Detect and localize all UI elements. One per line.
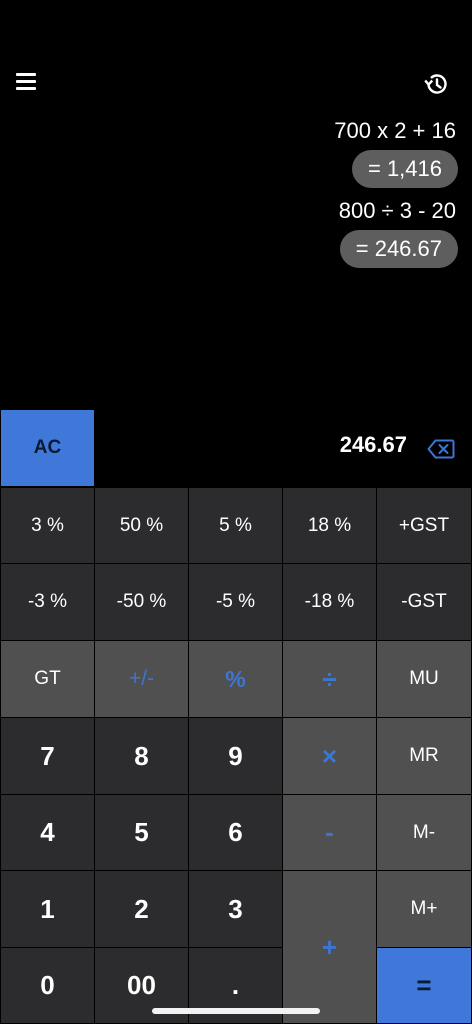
tape-entry: 800 ÷ 3 - 20 = 246.67 — [18, 192, 458, 272]
key-plus-3-percent[interactable]: 3 % — [0, 487, 95, 564]
key-minus-18-percent[interactable]: -18 % — [282, 563, 377, 641]
key-digit-1[interactable]: 1 — [0, 870, 95, 948]
key-plus-18-percent[interactable]: 18 % — [282, 487, 377, 564]
key-multiply[interactable]: × — [282, 717, 377, 795]
key-digit-4[interactable]: 4 — [0, 794, 95, 871]
key-memory-plus[interactable]: M+ — [376, 870, 472, 948]
key-markup[interactable]: MU — [376, 640, 472, 718]
key-grand-total[interactable]: GT — [0, 640, 95, 718]
history-clock-icon[interactable] — [422, 70, 450, 98]
tape-entry: 700 x 2 + 16 = 1,416 — [18, 112, 458, 192]
key-digit-3[interactable]: 3 — [188, 870, 283, 948]
key-percent[interactable]: % — [188, 640, 283, 718]
key-digit-9[interactable]: 9 — [188, 717, 283, 795]
top-bar — [0, 0, 472, 110]
display-value: 246.67 — [339, 432, 407, 457]
tape-result-pill[interactable]: = 246.67 — [339, 230, 458, 268]
key-equals[interactable]: = — [376, 947, 472, 1024]
display-row: AC 246.67 — [0, 410, 472, 486]
tape-expression: 800 ÷ 3 - 20 — [338, 198, 456, 223]
key-memory-recall[interactable]: MR — [376, 717, 472, 795]
key-add-gst[interactable]: +GST — [376, 487, 472, 564]
keypad: 3 % 50 % 5 % 18 % +GST -3 % -50 % -5 % -… — [0, 487, 472, 1024]
key-digit-5[interactable]: 5 — [94, 794, 189, 871]
home-indicator[interactable] — [152, 1008, 320, 1014]
all-clear-button[interactable]: AC — [1, 410, 94, 486]
key-minus-50-percent[interactable]: -50 % — [94, 563, 189, 641]
key-digit-7[interactable]: 7 — [0, 717, 95, 795]
key-toggle-sign[interactable]: +/- — [94, 640, 189, 718]
tape-result-pill[interactable]: = 1,416 — [351, 150, 458, 188]
key-divide[interactable]: ÷ — [282, 640, 377, 718]
hamburger-menu-icon[interactable] — [14, 70, 40, 94]
backspace-icon[interactable] — [427, 438, 455, 460]
key-minus-5-percent[interactable]: -5 % — [188, 563, 283, 641]
tape-expression: 700 x 2 + 16 — [334, 118, 456, 143]
key-digit-6[interactable]: 6 — [188, 794, 283, 871]
key-memory-minus[interactable]: M- — [376, 794, 472, 871]
key-plus-50-percent[interactable]: 50 % — [94, 487, 189, 564]
key-plus-5-percent[interactable]: 5 % — [188, 487, 283, 564]
key-add[interactable]: + — [282, 870, 377, 1024]
key-subtract[interactable]: - — [282, 794, 377, 871]
key-digit-2[interactable]: 2 — [94, 870, 189, 948]
key-digit-0[interactable]: 0 — [0, 947, 95, 1024]
key-digit-8[interactable]: 8 — [94, 717, 189, 795]
key-minus-3-percent[interactable]: -3 % — [0, 563, 95, 641]
key-remove-gst[interactable]: -GST — [376, 563, 472, 641]
calculation-history-tape: 700 x 2 + 16 = 1,416 800 ÷ 3 - 20 = 246.… — [18, 112, 458, 272]
